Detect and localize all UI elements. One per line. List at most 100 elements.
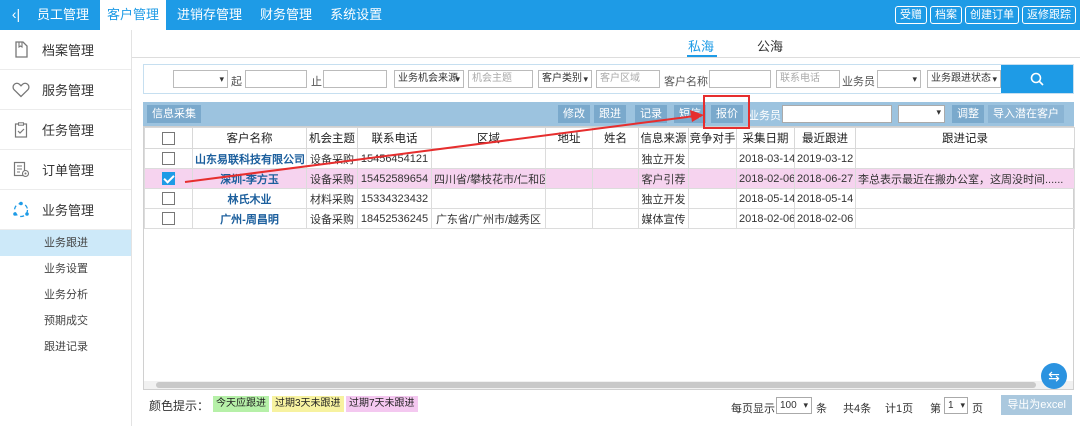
total-count: 共4条 — [843, 403, 872, 415]
cell-address — [545, 188, 593, 209]
header-last-follow[interactable]: 最近跟进 — [794, 127, 856, 149]
submenu-item-settings[interactable]: 业务设置 — [0, 256, 131, 282]
sidebar-item-business[interactable]: 业务管理 — [0, 190, 131, 230]
cell-customer-name[interactable]: 山东易联科技有限公司 — [192, 148, 307, 169]
customer-name-input[interactable] — [709, 70, 771, 88]
header-contact-name[interactable]: 姓名 — [592, 127, 639, 149]
record-button[interactable]: 记录 — [635, 105, 667, 123]
region-input[interactable]: 客户区域 — [596, 70, 660, 88]
header-competitor[interactable]: 竞争对手 — [688, 127, 737, 149]
row-checkbox[interactable] — [162, 192, 175, 205]
header-phone[interactable]: 联系电话 — [357, 127, 432, 149]
row-checkbox[interactable] — [162, 172, 175, 185]
chip-today: 今天应跟进 — [213, 396, 269, 412]
tab-public[interactable]: 公海 — [757, 36, 783, 55]
table-header-row: 客户名称 机会主题 联系电话 区域 地址 姓名 信息来源 竞争对手 采集日期 最… — [144, 127, 1075, 149]
cell-collect-date: 2018-05-14 — [736, 188, 795, 209]
sidebar: 档案管理 服务管理 任务管理 订单管理 业务管理 业务跟进 业务设置 业务分析 … — [0, 30, 132, 426]
create-order-button[interactable]: 创建订单 — [965, 6, 1019, 24]
header-collect-date[interactable]: 采集日期 — [736, 127, 795, 149]
per-page-value: 100 — [780, 400, 797, 411]
customer-grid: 客户名称 机会主题 联系电话 区域 地址 姓名 信息来源 竞争对手 采集日期 最… — [143, 126, 1075, 390]
cell-subject: 材料采购 — [306, 188, 358, 209]
table-row[interactable]: 广州-周昌明 设备采购 18452536245 广东省/广州市/越秀区 媒体宣传… — [144, 208, 1075, 229]
top-bar: ‹| 员工管理 客户管理 进销存管理 财务管理 系统设置 受赠 档案 创建订单 … — [0, 0, 1080, 30]
nav-finance[interactable]: 财务管理 — [253, 0, 319, 30]
customer-name-label: 客户名称 — [664, 76, 708, 88]
toolbar-salesman-select[interactable]: ▾ — [898, 105, 945, 123]
cell-last-follow: 2018-05-14 — [794, 188, 856, 209]
nav-employee[interactable]: 员工管理 — [30, 0, 96, 30]
table-row[interactable]: 山东易联科技有限公司 设备采购 15456454121 独立开发 2018-03… — [144, 148, 1075, 169]
tab-private[interactable]: 私海 — [688, 36, 714, 55]
row-checkbox[interactable] — [162, 152, 175, 165]
sidebar-item-archive[interactable]: 档案管理 — [0, 30, 131, 70]
category-select[interactable]: 客户类别 — [538, 70, 592, 88]
header-address[interactable]: 地址 — [545, 127, 593, 149]
source-select[interactable]: 业务机会来源 — [394, 70, 464, 88]
submenu-item-follow[interactable]: 业务跟进 — [0, 230, 131, 256]
row-checkbox-cell[interactable] — [144, 168, 193, 189]
sidebar-item-order[interactable]: 订单管理 — [0, 150, 131, 190]
sidebar-item-task[interactable]: 任务管理 — [0, 110, 131, 150]
select-all-checkbox[interactable] — [162, 131, 175, 145]
cell-contact-name — [592, 188, 639, 209]
cell-customer-name[interactable]: 林氏木业 — [192, 188, 307, 209]
edit-button[interactable]: 修改 — [558, 105, 590, 123]
export-excel-button[interactable]: 导出为excel — [1001, 395, 1072, 415]
sms-button[interactable]: 短信 — [674, 105, 706, 123]
submenu-item-expected-deal[interactable]: 预期成交 — [0, 308, 131, 334]
cell-customer-name[interactable]: 广州-周昌明 — [192, 208, 307, 229]
page-select[interactable]: 1 ▾ — [944, 397, 968, 414]
nav-inventory[interactable]: 进销存管理 — [170, 0, 249, 30]
sidebar-item-service[interactable]: 服务管理 — [0, 70, 131, 110]
collect-info-button[interactable]: 信息采集 — [147, 105, 201, 123]
nav-customer[interactable]: 客户管理 — [100, 0, 167, 30]
row-checkbox-cell[interactable] — [144, 148, 193, 169]
page-prefix: 第 — [930, 403, 941, 415]
submenu-item-analysis[interactable]: 业务分析 — [0, 282, 131, 308]
header-customer-name[interactable]: 客户名称 — [192, 127, 307, 149]
nav-settings[interactable]: 系统设置 — [323, 0, 389, 30]
cell-follow-record — [855, 148, 1075, 169]
archive-button[interactable]: 档案 — [930, 6, 962, 24]
search-button[interactable] — [1001, 65, 1073, 93]
table-row[interactable]: 林氏木业 材料采购 15334323432 独立开发 2018-05-14 20… — [144, 188, 1075, 209]
submenu-item-follow-records[interactable]: 跟进记录 — [0, 334, 131, 360]
filter-bar: 起 止 业务机会来源 机会主题 客户类别 客户区域 客户名称 联系电话 业务员 … — [143, 64, 1074, 94]
adjust-button[interactable]: 调整 — [952, 105, 984, 123]
select-all-cell[interactable] — [144, 127, 193, 149]
date-from-select[interactable] — [173, 70, 228, 88]
import-potential-button[interactable]: 导入潜在客户 — [988, 105, 1064, 123]
cell-competitor — [688, 188, 737, 209]
cell-collect-date: 2018-03-14 — [736, 148, 795, 169]
follow-button[interactable]: 跟进 — [594, 105, 626, 123]
header-region[interactable]: 区域 — [431, 127, 546, 149]
phone-input[interactable]: 联系电话 — [776, 70, 840, 88]
gift-button[interactable]: 受赠 — [895, 6, 927, 24]
date-to-input[interactable] — [323, 70, 387, 88]
scrollbar-thumb[interactable] — [156, 382, 1036, 388]
row-checkbox-cell[interactable] — [144, 208, 193, 229]
float-help-icon[interactable]: ⇆ — [1041, 363, 1067, 389]
cell-collect-date: 2018-02-06 — [736, 168, 795, 189]
cell-subject: 设备采购 — [306, 168, 358, 189]
toolbar-salesman-input[interactable] — [782, 105, 892, 123]
row-checkbox-cell[interactable] — [144, 188, 193, 209]
back-icon[interactable]: ‹| — [8, 6, 24, 22]
date-from-input[interactable] — [245, 70, 307, 88]
customer-table: 客户名称 机会主题 联系电话 区域 地址 姓名 信息来源 竞争对手 采集日期 最… — [144, 127, 1075, 229]
row-checkbox[interactable] — [162, 212, 175, 225]
tab-underline — [687, 55, 717, 57]
header-subject[interactable]: 机会主题 — [306, 127, 358, 149]
salesman-select[interactable] — [877, 70, 921, 88]
horizontal-scrollbar[interactable] — [144, 381, 1073, 389]
table-row[interactable]: 深圳-李方玉 设备采购 15452589654 四川省/攀枝花市/仁和区 客户引… — [144, 168, 1075, 189]
repair-track-button[interactable]: 返修跟踪 — [1022, 6, 1076, 24]
cell-customer-name[interactable]: 深圳-李方玉 — [192, 168, 307, 189]
header-follow-record[interactable]: 跟进记录 — [855, 127, 1075, 149]
header-source[interactable]: 信息来源 — [638, 127, 689, 149]
status-select[interactable]: 业务跟进状态 — [927, 70, 1001, 88]
per-page-select[interactable]: 100 ▾ — [776, 397, 812, 414]
subject-input[interactable]: 机会主题 — [468, 70, 533, 88]
